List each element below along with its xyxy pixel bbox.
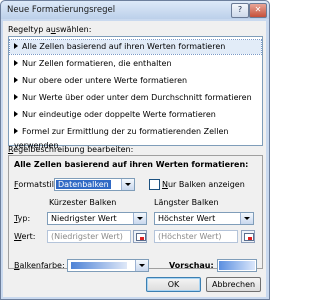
close-button[interactable]: ✕ [249,3,267,18]
range-picker-icon[interactable] [241,230,255,243]
cancel-button[interactable]: Abbrechen [206,277,261,292]
format-style-value: Datenbalken [56,180,111,189]
longest-type-dropdown[interactable]: Höchster Wert [154,212,254,225]
arrow-right-icon [14,111,18,117]
arrow-right-icon [14,77,18,83]
rule-description-panel: Alle Zellen basierend auf ihren Werten f… [8,155,263,272]
bar-color-suffix: alkenfarbe: [19,261,65,270]
longest-bar-heading: Längster Balken [154,198,219,207]
only-bar-label[interactable]: Nur Balken anzeigen [162,180,245,189]
bar-color-label: Balkenfarbe: [14,261,65,270]
arrow-right-icon [14,128,18,134]
help-button[interactable]: ? [231,3,249,18]
value-label: Wert: [14,232,36,241]
rule-type-label: Alle Zellen basierend auf ihren Werten f… [22,42,226,51]
chevron-down-icon[interactable] [121,179,134,190]
chevron-down-icon[interactable] [240,213,253,224]
longest-value-text: (Höchster Wert) [158,232,222,241]
rule-type-item[interactable]: Nur eindeutige oder doppelte Werte forma… [10,108,261,122]
longest-type-value: Höchster Wert [158,214,216,223]
shortest-type-value: Niedrigster Wert [51,214,117,223]
format-style-suffix: ormatstil: [18,180,57,189]
arrow-right-icon [14,94,18,100]
type-suffix: yp: [17,214,31,223]
value-suffix: ert: [21,232,36,241]
rule-description-heading-suffix: egelbeschreibung bearbeiten: [13,145,134,154]
shortest-value-text: (Niedrigster Wert) [51,232,123,241]
format-style-dropdown[interactable]: Datenbalken [54,178,135,191]
rule-type-heading-prefix: Regeltyp a [8,25,51,34]
dialog-window: Neue Formatierungsregel ? ✕ Regeltyp aus… [0,0,270,300]
longest-value-input[interactable]: (Höchster Wert) [154,230,238,243]
rule-type-heading-suffix: swählen: [55,25,92,34]
preview-label: Vorschau: [169,261,214,270]
rule-type-label: Nur Werte über oder unter dem Durchschni… [22,93,252,102]
shortest-bar-heading: Kürzester Balken [49,198,117,207]
shortest-type-dropdown[interactable]: Niedrigster Wert [47,212,147,225]
bar-color-swatch [71,262,127,269]
rule-description-heading: Regelbeschreibung bearbeiten: [8,145,133,154]
rule-type-label: Nur obere oder untere Werte formatieren [22,76,188,85]
only-bar-checkbox[interactable] [149,179,160,190]
title-bar[interactable]: Neue Formatierungsregel ? ✕ [1,1,269,19]
bar-color-dropdown[interactable] [67,259,149,272]
rule-type-item[interactable]: Formel zur Ermittlung der zu formatieren… [10,125,261,150]
rule-type-heading: Regeltyp auswählen: [8,25,91,34]
range-picker-icon[interactable] [133,230,147,243]
preview-bar [219,261,255,270]
chevron-down-icon[interactable] [135,260,148,271]
format-style-label: Formatstil: [14,180,57,189]
shortest-value-input[interactable]: (Niedrigster Wert) [47,230,131,243]
only-bar-suffix: ur Balken anzeigen [167,180,245,189]
rule-type-label: Nur eindeutige oder doppelte Werte forma… [22,110,216,119]
preview-box [217,259,257,272]
window-title: Neue Formatierungsregel [7,5,116,15]
arrow-right-icon [14,60,18,66]
ok-button[interactable]: OK [146,277,201,292]
dialog-client: Regeltyp auswählen: Alle Zellen basieren… [3,21,266,297]
rule-type-item[interactable]: Nur Zellen formatieren, die enthalten [10,57,261,71]
type-label: Typ: [14,214,30,223]
rule-type-list[interactable]: Alle Zellen basierend auf ihren Werten f… [8,36,263,150]
arrow-right-icon [14,43,18,49]
description-title: Alle Zellen basierend auf ihren Werten f… [14,160,249,169]
rule-type-item[interactable]: Alle Zellen basierend auf ihren Werten f… [9,39,262,55]
rule-type-label: Nur Zellen formatieren, die enthalten [22,59,172,68]
rule-type-item[interactable]: Nur Werte über oder unter dem Durchschni… [10,91,261,105]
rule-type-item[interactable]: Nur obere oder untere Werte formatieren [10,74,261,88]
chevron-down-icon[interactable] [133,213,146,224]
